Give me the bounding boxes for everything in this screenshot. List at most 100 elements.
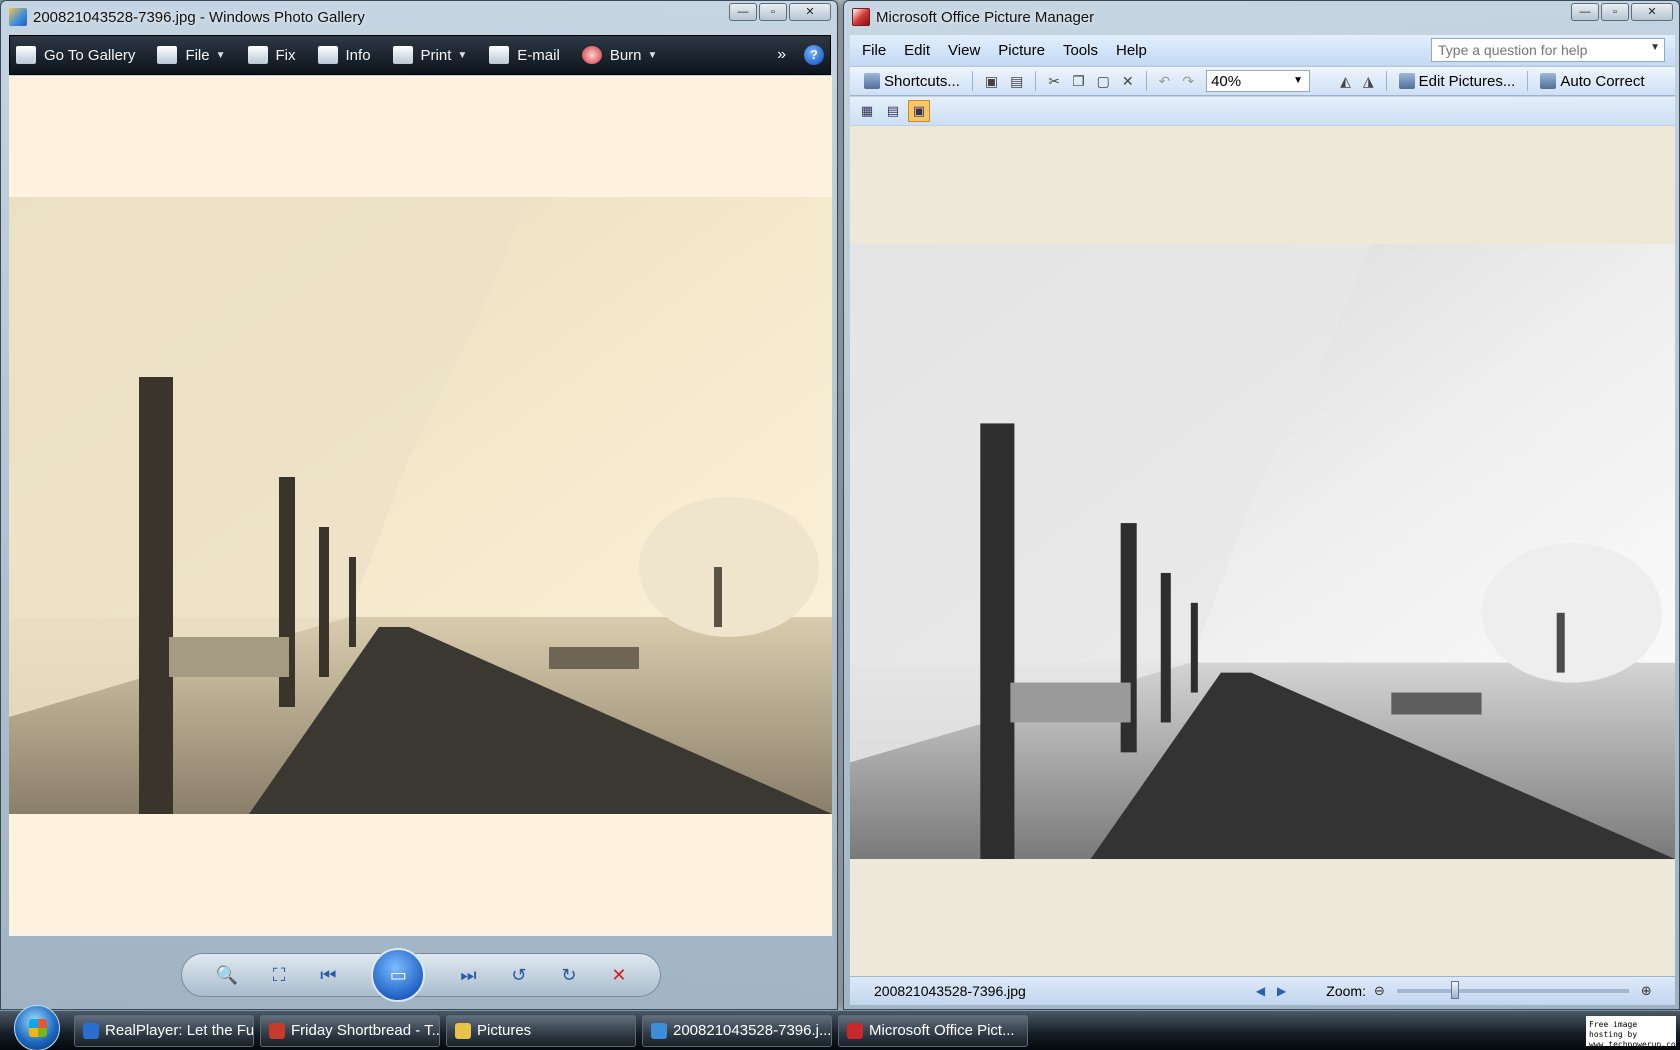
rotate-cw-icon[interactable]: ↻ bbox=[561, 965, 576, 986]
rotate-right-icon[interactable]: ◮ bbox=[1363, 73, 1374, 90]
zoom-in-icon[interactable]: ⊕ bbox=[1641, 983, 1652, 999]
taskbar-button-photo-gallery[interactable]: 200821043528-7396.j... bbox=[642, 1014, 832, 1047]
menu-edit[interactable]: Edit bbox=[904, 42, 930, 59]
taskbar: RealPlayer: Let the Fu... Friday Shortbr… bbox=[0, 1004, 1680, 1050]
burn-label: Burn bbox=[609, 46, 642, 64]
fix-button[interactable]: Fix bbox=[247, 46, 296, 64]
taskbar-button-picture-manager[interactable]: Microsoft Office Pict... bbox=[838, 1014, 1028, 1047]
edit-pictures-icon bbox=[1398, 73, 1415, 89]
shortcuts-button[interactable]: Shortcuts... bbox=[864, 73, 960, 90]
auto-correct-label: Auto Correct bbox=[1560, 72, 1645, 90]
maximize-button[interactable]: ▫ bbox=[759, 3, 787, 21]
picture-manager-titlebar[interactable]: Microsoft Office Picture Manager — ▫ ✕ bbox=[844, 1, 1679, 33]
file-menu-button[interactable]: File ▼ bbox=[157, 46, 226, 64]
info-button[interactable]: Info bbox=[317, 46, 371, 64]
minimize-button[interactable]: — bbox=[729, 3, 757, 21]
delete-icon[interactable]: ✕ bbox=[611, 965, 626, 986]
menu-help[interactable]: Help bbox=[1116, 42, 1147, 59]
help-icon[interactable]: ? bbox=[804, 45, 824, 65]
zoom-out-icon[interactable]: ⊖ bbox=[1374, 983, 1385, 999]
delete-icon[interactable]: ✕ bbox=[1122, 73, 1134, 90]
winter-road-photo-bw bbox=[850, 244, 1675, 859]
menu-picture[interactable]: Picture bbox=[998, 42, 1045, 59]
go-to-gallery-button[interactable]: Go To Gallery bbox=[16, 46, 135, 64]
chevron-down-icon[interactable]: ▼ bbox=[1293, 75, 1303, 86]
menu-tools[interactable]: Tools bbox=[1063, 42, 1098, 59]
slideshow-button[interactable]: ▭ bbox=[371, 948, 426, 1002]
taskbar-label: 200821043528-7396.j... bbox=[673, 1022, 832, 1039]
zoom-icon[interactable]: 🔍 bbox=[215, 965, 237, 986]
status-bar: 200821043528-7396.jpg ◀ ▶ Zoom: ⊖ ⊕ bbox=[850, 977, 1675, 1005]
zoom-combo[interactable]: 40% ▼ bbox=[1206, 70, 1311, 92]
taskbar-label: Microsoft Office Pict... bbox=[869, 1022, 1015, 1039]
save-all-icon[interactable]: ▤ bbox=[1010, 73, 1023, 90]
zoom-combo-value: 40% bbox=[1211, 73, 1242, 90]
help-search-input[interactable]: Type a question for help ▼ bbox=[1431, 38, 1665, 62]
save-icon[interactable]: ▣ bbox=[985, 73, 998, 90]
rotate-ccw-icon[interactable]: ↺ bbox=[511, 965, 526, 986]
file-label: File bbox=[185, 46, 210, 64]
burn-menu-button[interactable]: Burn ▼ bbox=[581, 46, 657, 64]
print-menu-button[interactable]: Print ▼ bbox=[392, 46, 467, 64]
minimize-button[interactable]: — bbox=[1571, 3, 1599, 21]
browser-icon bbox=[269, 1022, 285, 1039]
taskbar-button-browser[interactable]: Friday Shortbread - T... bbox=[260, 1014, 440, 1047]
next-icon[interactable]: ⏭ bbox=[460, 965, 476, 986]
playback-controls: 🔍 ⛶ ⏮ ▭ ⏭ ↺ ↻ ✕ bbox=[181, 948, 661, 1002]
edit-pictures-label: Edit Pictures... bbox=[1418, 72, 1516, 90]
fix-icon bbox=[247, 46, 268, 64]
cut-icon[interactable]: ✂ bbox=[1048, 73, 1060, 90]
fix-label: Fix bbox=[275, 46, 296, 64]
go-to-gallery-label: Go To Gallery bbox=[44, 46, 136, 64]
close-button[interactable]: ✕ bbox=[1631, 3, 1673, 21]
menu-view[interactable]: View bbox=[948, 42, 980, 59]
print-label: Print bbox=[420, 46, 452, 64]
toolbar-divider bbox=[971, 71, 973, 91]
toolbar-divider bbox=[1385, 71, 1387, 91]
fit-window-icon[interactable]: ⛶ bbox=[273, 965, 286, 986]
next-picture-icon[interactable]: ▶ bbox=[1277, 984, 1286, 998]
previous-icon[interactable]: ⏮ bbox=[320, 965, 336, 986]
start-button[interactable] bbox=[14, 1004, 60, 1050]
taskbar-label: Pictures bbox=[477, 1022, 532, 1039]
single-picture-view-icon[interactable]: ▣ bbox=[908, 100, 930, 122]
zoom-slider[interactable] bbox=[1396, 981, 1629, 999]
standard-toolbar: Shortcuts... ▣ ▤ ✂ ❐ ▢ ✕ ↶ ↷ 40% ▼ ◭ ◮ E… bbox=[850, 66, 1675, 96]
help-search-placeholder: Type a question for help bbox=[1438, 42, 1588, 58]
zoom-slider-thumb[interactable] bbox=[1450, 981, 1459, 999]
rotate-left-icon[interactable]: ◭ bbox=[1340, 73, 1351, 90]
auto-correct-button[interactable]: Auto Correct bbox=[1540, 72, 1645, 90]
thumbnail-view-icon[interactable]: ▦ bbox=[856, 100, 878, 122]
filmstrip-view-icon[interactable]: ▤ bbox=[882, 100, 904, 122]
burn-disc-icon bbox=[581, 46, 602, 64]
copy-icon[interactable]: ❐ bbox=[1072, 73, 1085, 90]
taskbar-button-pictures[interactable]: Pictures bbox=[446, 1014, 636, 1047]
printer-icon bbox=[392, 46, 413, 64]
photo-gallery-titlebar[interactable]: 200821043528-7396.jpg - Windows Photo Ga… bbox=[1, 1, 837, 33]
close-button[interactable]: ✕ bbox=[789, 3, 831, 21]
paste-icon[interactable]: ▢ bbox=[1097, 73, 1110, 90]
picture-manager-icon bbox=[847, 1022, 863, 1039]
taskbar-button-realplayer[interactable]: RealPlayer: Let the Fu... bbox=[74, 1014, 254, 1047]
undo-icon[interactable]: ↶ bbox=[1159, 73, 1171, 90]
photo-gallery-icon bbox=[651, 1022, 667, 1039]
more-commands-button[interactable]: » bbox=[777, 46, 786, 64]
redo-icon[interactable]: ↷ bbox=[1182, 73, 1194, 90]
toolbar-divider bbox=[1527, 71, 1529, 91]
email-button[interactable]: E-mail bbox=[489, 46, 560, 64]
maximize-button[interactable]: ▫ bbox=[1601, 3, 1629, 21]
folder-icon bbox=[455, 1022, 471, 1039]
gallery-icon bbox=[16, 46, 36, 64]
previous-picture-icon[interactable]: ◀ bbox=[1256, 984, 1265, 998]
photo-viewer-area bbox=[9, 76, 832, 936]
toolbar-divider bbox=[1145, 71, 1147, 91]
shortcuts-label: Shortcuts... bbox=[884, 72, 960, 90]
edit-pictures-button[interactable]: Edit Pictures... bbox=[1398, 72, 1516, 90]
photo-gallery-window[interactable]: 200821043528-7396.jpg - Windows Photo Ga… bbox=[0, 0, 838, 1010]
menu-file[interactable]: File bbox=[862, 42, 886, 59]
watermark: Free image hosting by www.techpowerup.co… bbox=[1586, 1015, 1680, 1049]
chevron-down-icon[interactable]: ▼ bbox=[1650, 42, 1660, 53]
picture-manager-window[interactable]: Microsoft Office Picture Manager — ▫ ✕ F… bbox=[843, 0, 1680, 1010]
winter-road-photo-sepia bbox=[9, 197, 832, 814]
photo-gallery-app-icon bbox=[9, 8, 27, 26]
